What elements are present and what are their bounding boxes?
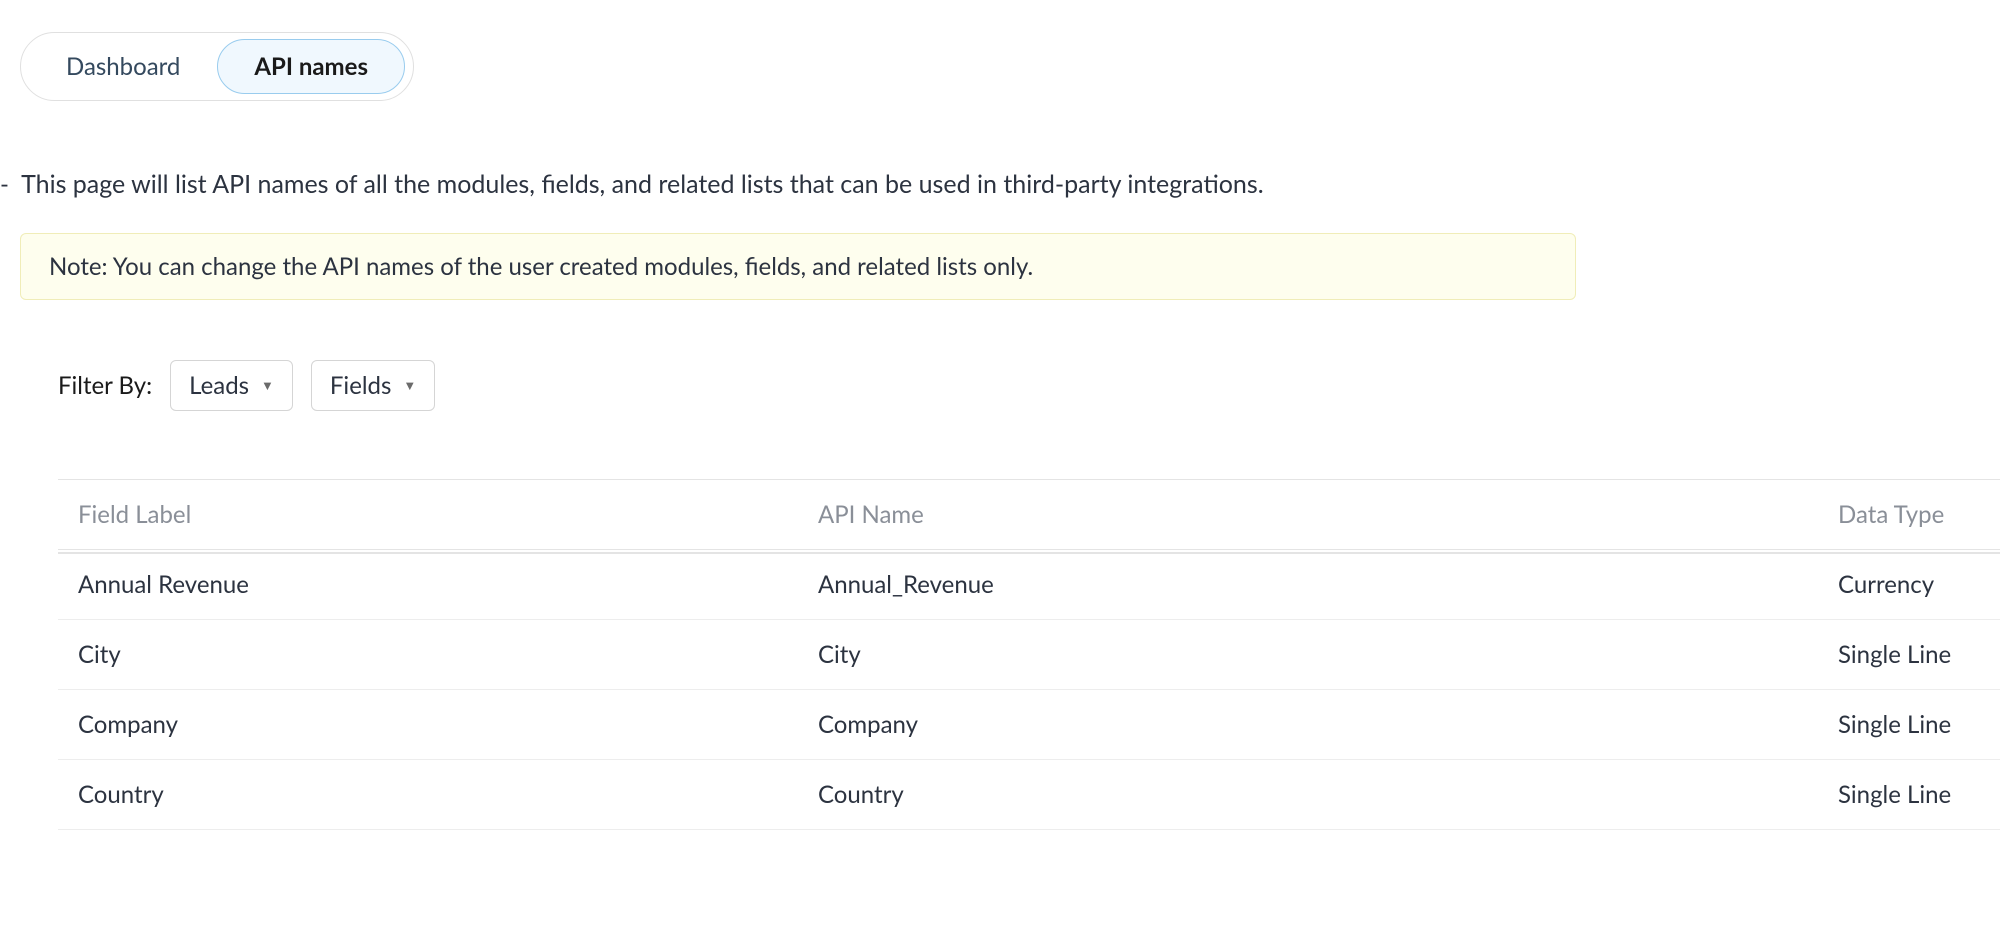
dash-icon: - — [0, 170, 15, 199]
cell-api-name: City — [798, 620, 1818, 690]
table-header-row: Field Label API Name Data Type — [58, 480, 2000, 550]
filter-type-dropdown[interactable]: Fields ▼ — [311, 360, 435, 411]
caret-down-icon: ▼ — [403, 379, 416, 392]
tab-dashboard[interactable]: Dashboard — [29, 39, 217, 94]
table-row[interactable]: CompanyCompanySingle Line — [58, 690, 2000, 760]
table-row[interactable]: CountryCountrySingle Line — [58, 760, 2000, 830]
filter-module-dropdown[interactable]: Leads ▼ — [170, 360, 293, 411]
cell-field-label: Company — [58, 690, 798, 760]
api-names-table-wrap: Field Label API Name Data Type Annual Re… — [58, 479, 2000, 830]
filter-type-value: Fields — [330, 371, 391, 400]
cell-data-type: Single Line — [1818, 690, 2000, 760]
filter-row: Filter By: Leads ▼ Fields ▼ — [58, 360, 2000, 411]
note-box: Note: You can change the API names of th… — [20, 233, 1576, 300]
column-header-api-name[interactable]: API Name — [798, 480, 1818, 550]
page-description-row: - This page will list API names of all t… — [0, 169, 2000, 199]
filter-module-value: Leads — [189, 371, 249, 400]
caret-down-icon: ▼ — [261, 379, 274, 392]
filter-label: Filter By: — [58, 371, 152, 400]
cell-field-label: Annual Revenue — [58, 550, 798, 620]
cell-api-name: Annual_Revenue — [798, 550, 1818, 620]
cell-api-name: Company — [798, 690, 1818, 760]
table-row[interactable]: CityCitySingle Line — [58, 620, 2000, 690]
column-header-data-type[interactable]: Data Type — [1818, 480, 2000, 550]
cell-field-label: City — [58, 620, 798, 690]
column-header-field-label[interactable]: Field Label — [58, 480, 798, 550]
tab-api-names[interactable]: API names — [217, 39, 405, 94]
table-row[interactable]: Annual RevenueAnnual_RevenueCurrency — [58, 550, 2000, 620]
tab-group: Dashboard API names — [20, 32, 414, 101]
page-description: This page will list API names of all the… — [21, 169, 1264, 199]
cell-field-label: Country — [58, 760, 798, 830]
api-names-table: Field Label API Name Data Type Annual Re… — [58, 479, 2000, 830]
cell-api-name: Country — [798, 760, 1818, 830]
cell-data-type: Single Line — [1818, 620, 2000, 690]
cell-data-type: Currency — [1818, 550, 2000, 620]
cell-data-type: Single Line — [1818, 760, 2000, 830]
